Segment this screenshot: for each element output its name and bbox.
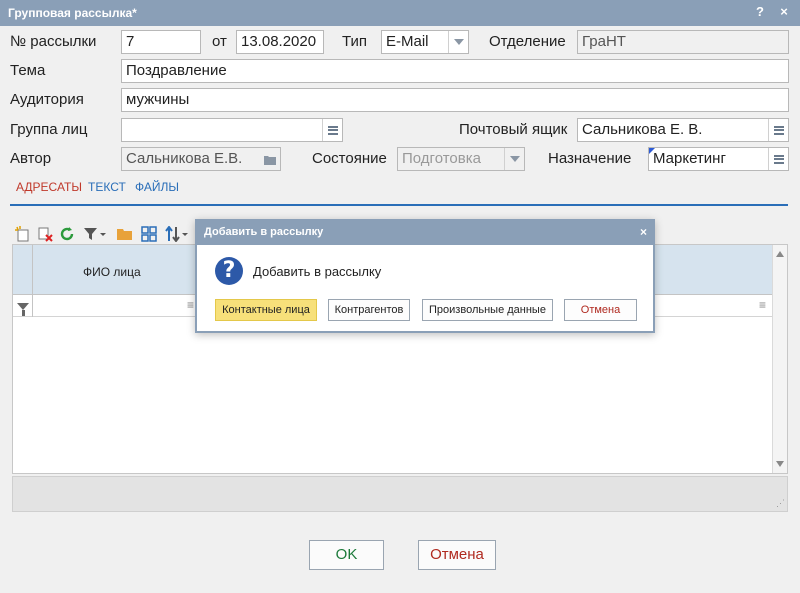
group-field[interactable] bbox=[121, 118, 343, 142]
required-marker bbox=[649, 148, 655, 154]
refresh-icon[interactable] bbox=[58, 225, 76, 243]
mailbox-field[interactable]: Сальникова Е. В. bbox=[577, 118, 789, 142]
number-field[interactable]: 7 bbox=[121, 30, 201, 54]
date-field[interactable]: 13.08.2020 bbox=[236, 30, 324, 54]
tab-recipients[interactable]: АДРЕСАТЫ bbox=[16, 180, 82, 194]
state-dropdown-button bbox=[504, 148, 524, 170]
type-value: E-Mail bbox=[386, 33, 429, 50]
dept-label: Отделение bbox=[489, 33, 566, 50]
ok-button[interactable]: OK bbox=[309, 540, 384, 570]
author-value: Сальникова Е.В. bbox=[126, 150, 243, 167]
window-titlebar[interactable]: Групповая рассылка* ? × bbox=[0, 0, 800, 26]
audience-field[interactable]: мужчины bbox=[121, 88, 789, 112]
chevron-down-icon bbox=[453, 39, 464, 45]
mailbox-value: Сальникова Е. В. bbox=[582, 121, 703, 138]
cancel-button[interactable]: Отмена bbox=[418, 540, 496, 570]
filter-funnel-icon[interactable] bbox=[13, 295, 33, 317]
resize-grip-icon[interactable]: ⋰ bbox=[776, 498, 785, 509]
filter-menu-icon-2[interactable]: ≡ bbox=[759, 298, 766, 312]
dialog-close-icon[interactable]: × bbox=[640, 225, 647, 239]
chevron-down-icon[interactable] bbox=[776, 461, 784, 467]
subject-label: Тема bbox=[10, 62, 46, 79]
state-select: Подготовка bbox=[397, 147, 525, 171]
grid-vertical-scrollbar[interactable] bbox=[772, 245, 787, 473]
custom-data-button[interactable]: Произвольные данные bbox=[422, 299, 553, 321]
filter-menu-icon[interactable]: ≡ bbox=[187, 298, 194, 312]
author-label: Автор bbox=[10, 150, 52, 167]
number-label: № рассылки bbox=[10, 33, 97, 50]
purpose-value: Маркетинг bbox=[653, 150, 726, 167]
state-value: Подготовка bbox=[402, 150, 481, 167]
folder-icon bbox=[264, 155, 276, 165]
column-fio-header[interactable]: ФИО лица bbox=[83, 265, 141, 279]
tab-files[interactable]: ФАЙЛЫ bbox=[135, 180, 179, 194]
purpose-select-button[interactable] bbox=[768, 148, 788, 170]
mailbox-select-button[interactable] bbox=[768, 119, 788, 141]
audience-label: Аудитория bbox=[10, 91, 84, 108]
filter-icon[interactable] bbox=[82, 225, 108, 243]
delete-record-icon[interactable] bbox=[36, 225, 54, 243]
columns-icon[interactable] bbox=[140, 225, 158, 243]
window-title: Групповая рассылка* bbox=[8, 6, 137, 20]
folder-open-icon[interactable] bbox=[116, 225, 134, 243]
subject-field[interactable]: Поздравление bbox=[121, 59, 789, 83]
add-to-mailing-dialog: Добавить в рассылку × ? Добавить в рассы… bbox=[195, 219, 655, 333]
author-open-button[interactable] bbox=[260, 148, 280, 170]
chevron-down-icon bbox=[509, 156, 520, 162]
chevron-up-icon[interactable] bbox=[776, 251, 784, 257]
state-label: Состояние bbox=[312, 150, 387, 167]
purpose-field[interactable]: Маркетинг bbox=[648, 147, 789, 171]
dialog-titlebar[interactable]: Добавить в рассылку × bbox=[197, 221, 653, 245]
date-label: от bbox=[212, 33, 227, 50]
type-select[interactable]: E-Mail bbox=[381, 30, 469, 54]
group-select-button[interactable] bbox=[322, 119, 342, 141]
dialog-message: Добавить в рассылку bbox=[253, 264, 382, 279]
tab-underline bbox=[10, 204, 788, 206]
list-icon bbox=[327, 125, 338, 135]
list-icon bbox=[773, 125, 784, 135]
row-header-cell bbox=[13, 245, 33, 295]
dialog-cancel-button[interactable]: Отмена bbox=[564, 299, 637, 321]
contacts-button[interactable]: Контактные лица bbox=[215, 299, 317, 321]
add-record-icon[interactable] bbox=[14, 225, 32, 243]
purpose-label: Назначение bbox=[548, 150, 632, 167]
sort-icon[interactable] bbox=[164, 225, 190, 243]
grid-status-bar: ⋰ bbox=[12, 476, 788, 512]
mailbox-label: Почтовый ящик bbox=[459, 121, 568, 138]
counterparties-button[interactable]: Контрагентов bbox=[328, 299, 410, 321]
list-icon bbox=[773, 154, 784, 164]
help-icon[interactable]: ? bbox=[752, 4, 768, 20]
tab-text[interactable]: ТЕКСТ bbox=[88, 180, 126, 194]
author-field: Сальникова Е.В. bbox=[121, 147, 281, 171]
question-icon: ? bbox=[215, 257, 243, 285]
close-icon[interactable]: × bbox=[776, 4, 792, 20]
type-label: Тип bbox=[342, 33, 368, 50]
type-dropdown-button[interactable] bbox=[448, 31, 468, 53]
group-label: Группа лиц bbox=[10, 121, 88, 138]
dialog-title: Добавить в рассылку bbox=[204, 226, 324, 238]
dept-field: ГраНТ bbox=[577, 30, 789, 54]
